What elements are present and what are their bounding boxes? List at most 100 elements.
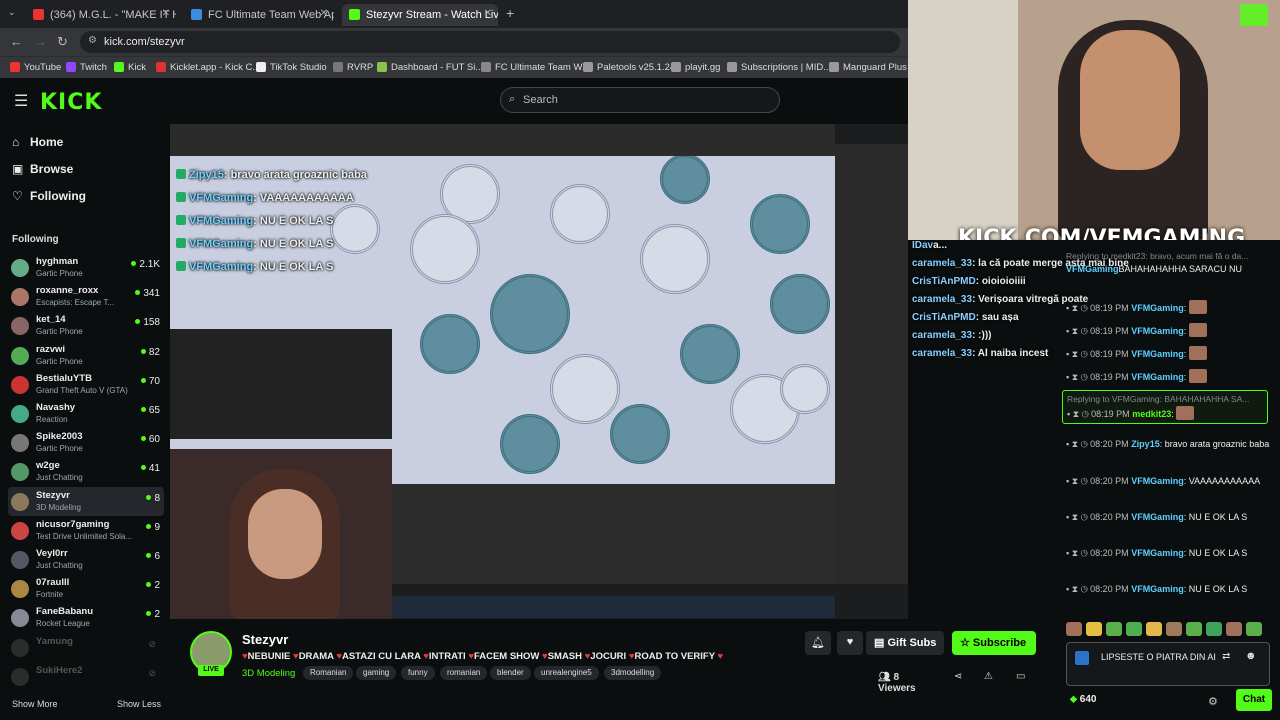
emote-icon[interactable] (1066, 622, 1082, 636)
chat-username[interactable]: medkit23 (1132, 409, 1171, 419)
sidebar-channel-07raulll[interactable]: 07raulll Fortnite 2 (8, 574, 164, 603)
mod-actions-icon[interactable]: ▪ ⧗ ◷ (1066, 439, 1090, 449)
notification-bell-icon[interactable]: 🔔︎ (805, 631, 831, 655)
chat-username[interactable]: Zipy15 (1131, 439, 1160, 449)
mod-actions-icon[interactable]: ▪ ⧗ ◷ (1066, 548, 1090, 558)
chat-username[interactable]: VFMGaming (1131, 548, 1184, 558)
subscribe-button[interactable]: ☆ Subscribe (952, 631, 1036, 655)
kick-logo[interactable]: KICK (40, 90, 102, 115)
sidebar-channel-spike2003[interactable]: Spike2003 Gartic Phone 60 (8, 428, 164, 457)
reload-icon[interactable]: ↻ (57, 34, 68, 50)
stream-tag[interactable]: romanian (440, 666, 488, 680)
bookmark-item[interactable]: Subscriptions | MID... (727, 62, 831, 73)
bookmark-item[interactable]: TikTok Studio (256, 62, 327, 73)
follow-heart-icon[interactable]: ♥ (837, 631, 863, 655)
settings-icon[interactable]: ⚙ (1208, 695, 1218, 708)
report-icon[interactable]: ⚠ (984, 671, 993, 682)
bookmark-item[interactable]: YouTube (10, 62, 61, 73)
emote-bar[interactable] (1066, 622, 1272, 638)
chat-username[interactable]: VFMGaming (1131, 512, 1184, 522)
show-less-button[interactable]: Show Less (117, 699, 161, 709)
sidebar-channel-stezyvr[interactable]: Stezyvr 3D Modeling 8 (8, 486, 164, 516)
emote-icon[interactable] (1146, 622, 1162, 636)
stream-tag[interactable]: funny (401, 666, 435, 680)
chat-username[interactable]: VFMGaming (1066, 264, 1119, 274)
search-input[interactable]: ⌕ Search (500, 87, 780, 113)
emote-icon[interactable] (1246, 622, 1262, 636)
chat-username[interactable]: VFMGaming (1131, 349, 1184, 359)
bookmark-item[interactable]: Twitch (66, 62, 107, 73)
sidebar-channel-fanebabanu[interactable]: FaneBabanu Rocket League 2 (8, 603, 164, 632)
mod-actions-icon[interactable]: ▪ ⧗ ◷ (1067, 409, 1091, 419)
nav-following[interactable]: ♡ Following (12, 189, 86, 203)
new-tab-icon[interactable]: + (506, 5, 514, 21)
stream-tag[interactable]: blender (490, 666, 531, 680)
bookmark-item[interactable]: Kick (114, 62, 146, 73)
back-icon[interactable]: ← (10, 34, 23, 49)
bookmark-item[interactable]: Kicklet.app - Kick C... (156, 62, 260, 73)
sidebar-channel-nicusor7gaming[interactable]: nicusor7gaming Test Drive Unlimited Sola.… (8, 516, 164, 545)
sidebar-channel-offline[interactable]: Yamung ⊘ (8, 633, 164, 662)
forward-icon[interactable]: → (34, 34, 47, 49)
emote-icon[interactable] (1226, 622, 1242, 636)
emote-icon[interactable] (1206, 622, 1222, 636)
sidebar-channel-ket_14[interactable]: ket_14 Gartic Phone 158 (8, 311, 164, 340)
emote-icon[interactable] (1086, 622, 1102, 636)
chat-username[interactable]: VFMGaming (1131, 326, 1184, 336)
sidebar-channel-roxanne_roxx[interactable]: roxanne_roxx Escapists: Escape T... 341 (8, 282, 164, 311)
stream-category[interactable]: 3D Modeling (242, 668, 295, 679)
close-icon[interactable]: ✕ (320, 8, 328, 19)
mod-actions-icon[interactable]: ▪ ⧗ ◷ (1066, 303, 1090, 313)
chat-username[interactable]: VFMGaming (1131, 372, 1184, 382)
bookmark-item[interactable]: RVRP (333, 62, 373, 73)
mod-actions-icon[interactable]: ▪ ⧗ ◷ (1066, 326, 1090, 336)
bookmark-item[interactable]: Paletools v25.1.24 (583, 62, 675, 73)
send-chat-button[interactable]: Chat (1236, 689, 1272, 711)
chat-username[interactable]: VFMGaming (1131, 303, 1184, 313)
browser-tab-2[interactable]: FC Ultimate Team Web App - E✕ (184, 4, 334, 26)
sidebar-channel-veyl0rr[interactable]: Veyl0rr Just Chatting 6 (8, 545, 164, 574)
nav-home[interactable]: ⌂ Home (12, 135, 63, 149)
streamer-name[interactable]: Stezyvr (242, 632, 288, 647)
emote-icon[interactable] (1126, 622, 1142, 636)
chat-input[interactable]: LIPSESTE O PIATRA DIN AI ⇄ ☻ (1066, 642, 1270, 686)
tab-list-icon[interactable]: ⌄ (8, 7, 16, 18)
mod-actions-icon[interactable]: ▪ ⧗ ◷ (1066, 512, 1090, 522)
channel-points[interactable]: ⬥ 640 (1070, 694, 1096, 705)
sidebar-channel-offline[interactable]: SukiHere2 ⊘ (8, 662, 164, 691)
browser-tab-3[interactable]: Stezyvr Stream - Watch Live ✕ (342, 4, 498, 26)
sidebar-channel-bestialuytb[interactable]: BestialuYTB Grand Theft Auto V (GTA) 70 (8, 370, 164, 399)
menu-icon[interactable]: ☰ (14, 91, 28, 111)
chat-username[interactable]: VFMGaming (1131, 584, 1184, 594)
stream-tag[interactable]: gaming (356, 666, 397, 680)
browser-tab-1[interactable]: (364) M.G.L. - "MAKE IT HOT" (l✕ (26, 4, 176, 26)
url-field[interactable]: ⚙ kick.com/stezyvr (80, 31, 900, 53)
mod-actions-icon[interactable]: ▪ ⧗ ◷ (1066, 476, 1090, 486)
stream-tag[interactable]: Romanian (303, 666, 354, 680)
site-info-icon[interactable]: ⚙ (88, 35, 97, 46)
mod-actions-icon[interactable]: ▪ ⧗ ◷ (1066, 372, 1090, 382)
sidebar-channel-navashy[interactable]: Navashy Reaction 65 (8, 399, 164, 428)
bookmark-item[interactable]: playit.gg (671, 62, 720, 73)
translate-icon[interactable]: ⇄ (1222, 651, 1230, 662)
gift-subs-button[interactable]: ▤ Gift Subs (866, 631, 944, 655)
sidebar-channel-w2ge[interactable]: w2ge Just Chatting 41 (8, 457, 164, 486)
bookmark-item[interactable]: FC Ultimate Team W... (481, 62, 590, 73)
stream-tag[interactable]: 3dmodelling (604, 666, 662, 680)
video-player[interactable]: Zipy15: bravo arata groaznic baba VFMGami… (170, 124, 908, 619)
close-icon[interactable]: ✕ (162, 8, 170, 19)
bookmark-item[interactable]: Dashboard - FUT Si... (377, 62, 483, 73)
share-icon[interactable]: ⋖ (954, 671, 962, 682)
theater-mode-icon[interactable]: ▭ (1016, 671, 1025, 682)
mod-actions-icon[interactable]: ▪ ⧗ ◷ (1066, 584, 1090, 594)
emoji-icon[interactable]: ☻ (1245, 650, 1257, 662)
bookmark-item[interactable]: Manguard Plus (829, 62, 907, 73)
emote-icon[interactable] (1186, 622, 1202, 636)
close-icon[interactable]: ✕ (484, 8, 492, 19)
sidebar-channel-hyghman[interactable]: hyghman Gartic Phone 2.1K (8, 253, 164, 282)
stream-tag[interactable]: unrealengine5 (534, 666, 599, 680)
nav-browse[interactable]: ▣ Browse (12, 162, 73, 176)
sidebar-channel-razvwi[interactable]: razvwi Gartic Phone 82 (8, 341, 164, 370)
chat-username[interactable]: VFMGaming (1131, 476, 1184, 486)
show-more-button[interactable]: Show More (12, 699, 58, 709)
